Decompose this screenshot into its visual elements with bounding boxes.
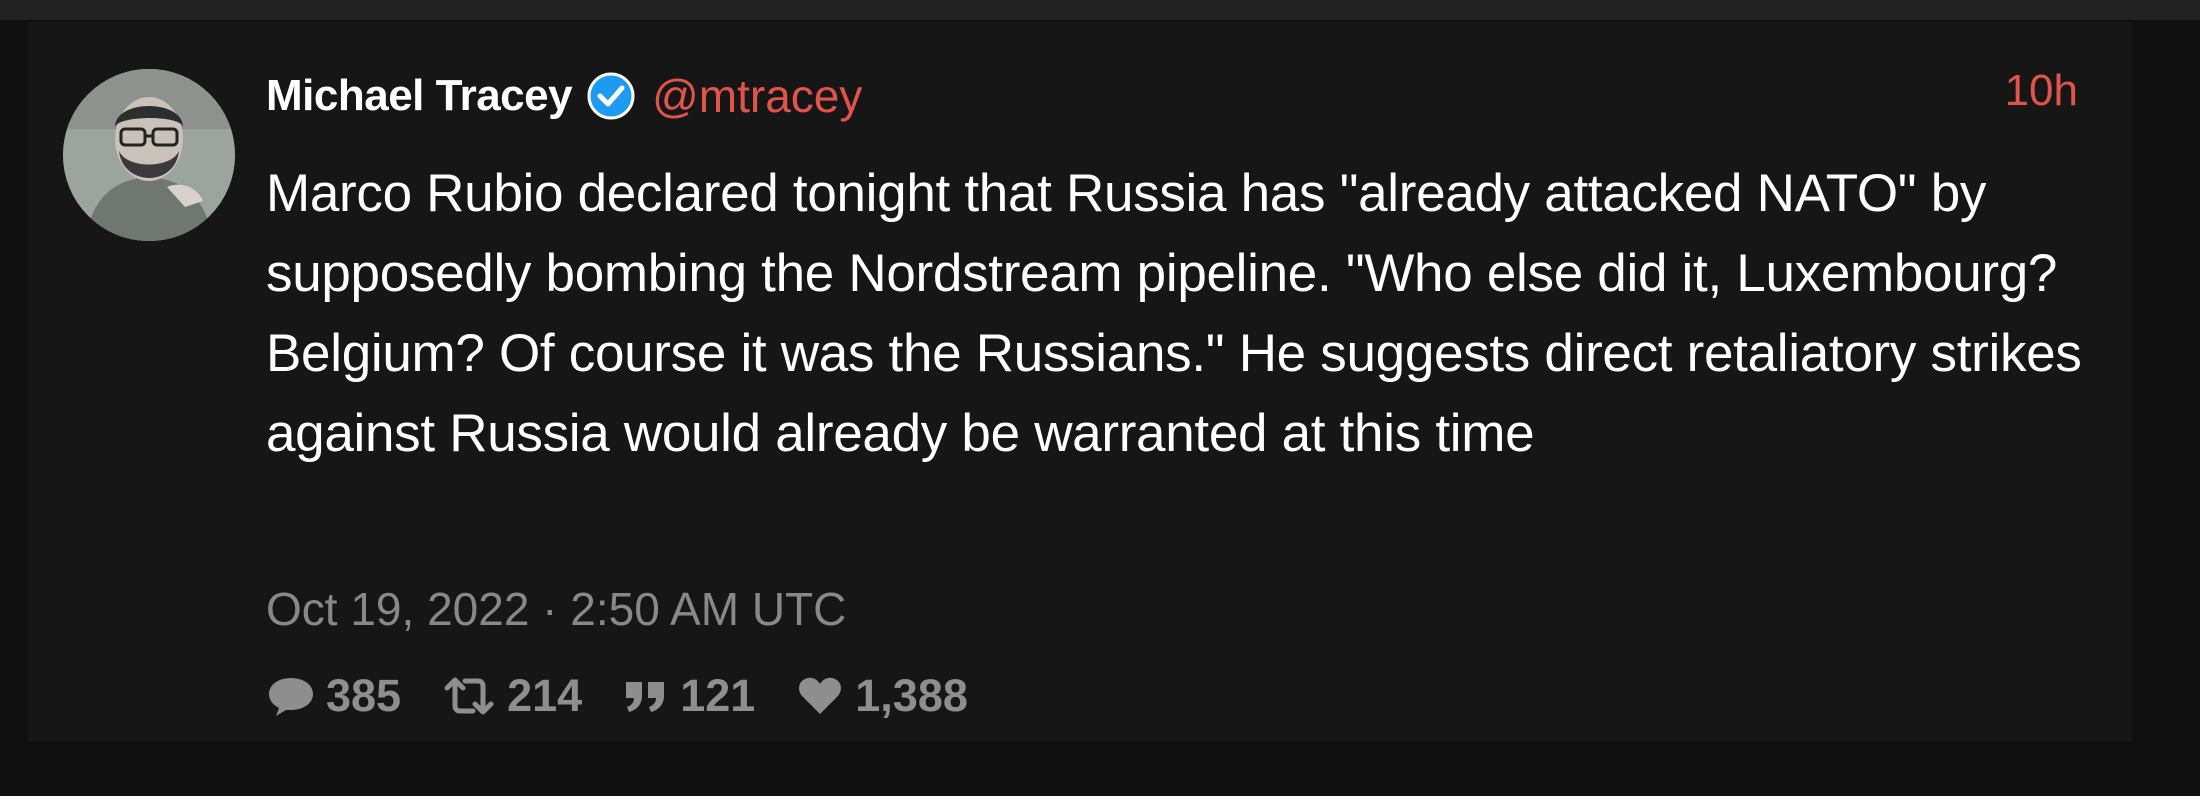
heart-icon	[799, 677, 842, 714]
avatar[interactable]	[63, 69, 235, 241]
relative-timestamp[interactable]: 10h	[2005, 66, 2078, 116]
comment-icon	[269, 678, 313, 716]
reply-count: 385	[326, 670, 402, 721]
avatar-image	[63, 69, 235, 241]
retweet-count: 214	[507, 670, 583, 721]
verified-badge-icon	[586, 71, 636, 121]
window-top-strip	[0, 0, 2200, 20]
tweet-date[interactable]: Oct 19, 2022 · 2:50 AM UTC	[266, 582, 846, 636]
tweet-card: Michael Tracey @mtracey 10h Marco Rubio …	[28, 22, 2132, 742]
quote-icon	[626, 682, 665, 712]
retweet-stat[interactable]: 214	[441, 670, 582, 722]
like-stat[interactable]: 1,388	[795, 670, 968, 722]
like-count: 1,388	[855, 670, 968, 721]
tweet-body-text: Marco Rubio declared tonight that Russia…	[266, 164, 2082, 463]
reply-stat[interactable]: 385	[266, 670, 401, 722]
tweet-stats: 385 214 121 1,388	[266, 670, 1008, 722]
tweet-header: Michael Tracey @mtracey	[266, 64, 862, 128]
author-display-name[interactable]: Michael Tracey	[266, 71, 573, 121]
quote-count: 121	[680, 670, 756, 721]
quote-stat[interactable]: 121	[622, 670, 755, 722]
retweet-icon	[444, 677, 494, 715]
author-handle[interactable]: @mtracey	[652, 69, 862, 123]
